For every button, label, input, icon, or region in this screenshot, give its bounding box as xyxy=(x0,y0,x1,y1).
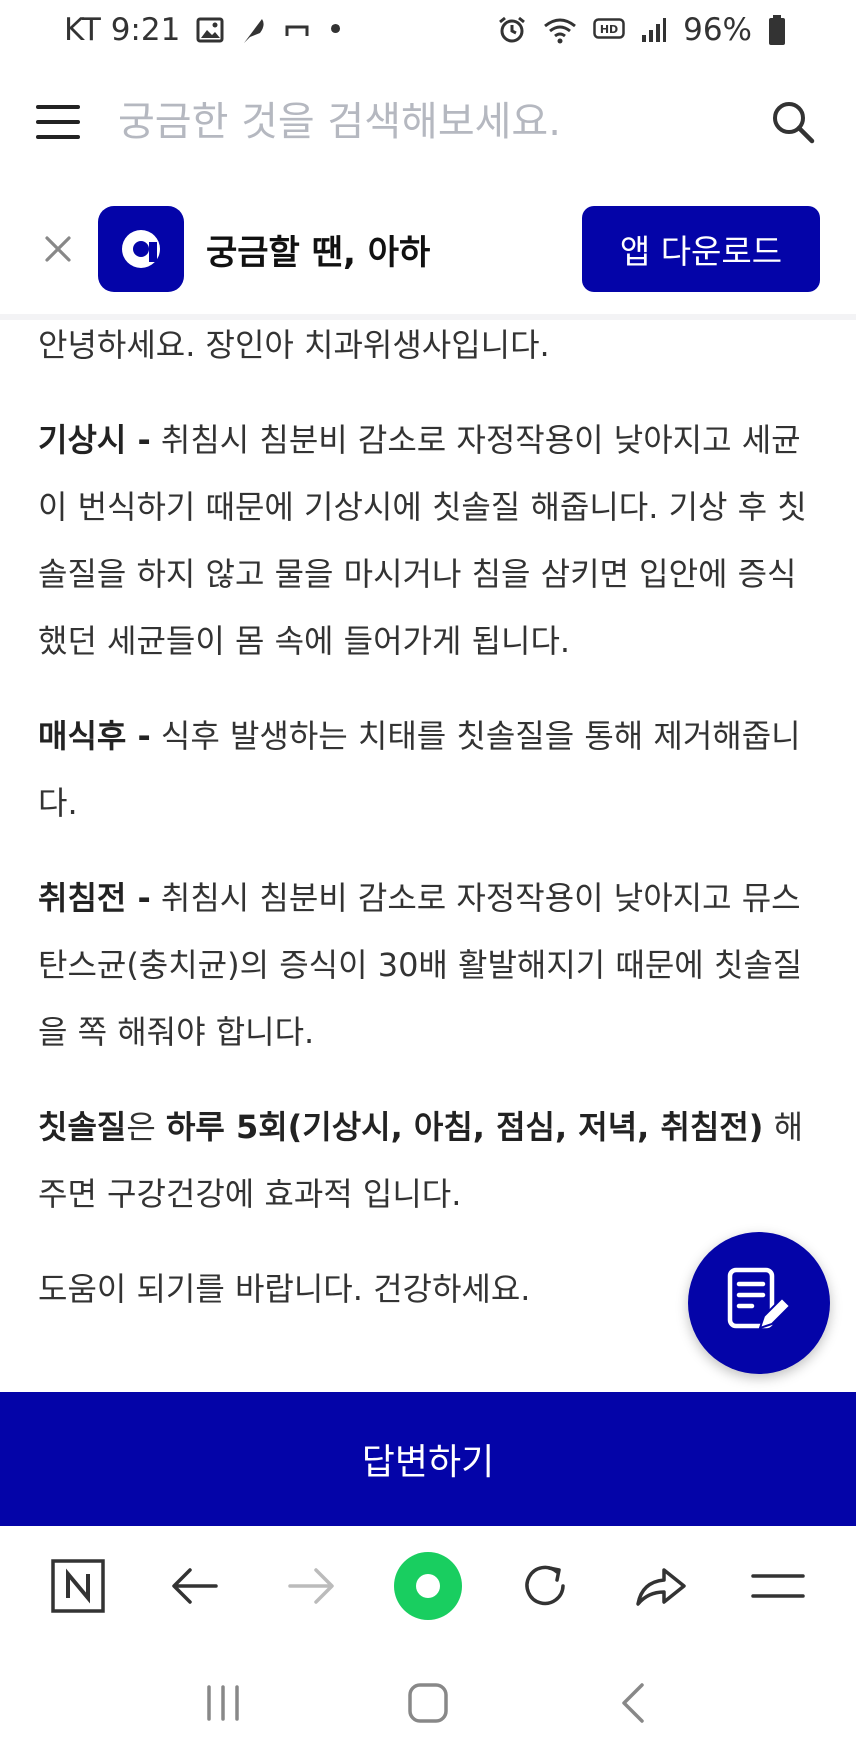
close-icon[interactable] xyxy=(38,229,78,269)
notification-dot: • xyxy=(326,12,345,48)
wifi-icon xyxy=(543,16,577,44)
back-arrow-icon[interactable] xyxy=(155,1546,235,1626)
app-download-button[interactable]: 앱 다운로드 xyxy=(582,206,820,292)
bed-paragraph: 취침전 - 취침시 침분비 감소로 자정작용이 낮아지고 뮤스탄스균(충치균)의… xyxy=(38,865,818,1066)
gallery-icon xyxy=(196,17,224,43)
write-fab-button[interactable] xyxy=(688,1232,830,1374)
meal-text: 식후 발생하는 치태를 칫솔질을 통해 제거해줍니다. xyxy=(38,717,801,822)
summary-text-1: 은 xyxy=(126,1108,166,1146)
search-input[interactable] xyxy=(118,99,766,145)
browser-toolbar xyxy=(0,1526,856,1646)
bed-text: 취침시 침분비 감소로 자정작용이 낮아지고 뮤스탄스균(충치균)의 증식이 3… xyxy=(38,879,803,1051)
carrier-time: KT 9:21 xyxy=(64,12,181,48)
green-dot-icon[interactable] xyxy=(388,1546,468,1626)
wake-paragraph: 기상시 - 취침시 침분비 감소로 자정작용이 낮아지고 세균이 번식하기 때문… xyxy=(38,407,818,675)
search-header xyxy=(0,60,856,184)
svg-text:HD: HD xyxy=(600,23,618,36)
home-icon[interactable] xyxy=(388,1663,468,1743)
app-banner: 궁금할 땐, 아하 앱 다운로드 xyxy=(0,184,856,320)
meal-label: 매식후 - xyxy=(38,717,151,755)
refresh-icon[interactable] xyxy=(505,1546,585,1626)
battery-icon xyxy=(768,15,786,45)
wake-label: 기상시 - xyxy=(38,421,151,459)
answer-button[interactable]: 답변하기 xyxy=(0,1392,856,1526)
status-bar: KT 9:21 • HD 96% xyxy=(0,0,856,60)
forward-arrow-icon[interactable] xyxy=(271,1546,351,1626)
status-left: KT 9:21 • xyxy=(64,12,345,48)
summary-bold-2: 하루 5회(기상시, 아침, 점심, 저녁, 취침전) xyxy=(165,1108,764,1146)
greeting: 안녕하세요. 장인아 치과위생사입니다. xyxy=(38,326,550,364)
menu-icon[interactable] xyxy=(36,105,80,139)
menu-icon[interactable] xyxy=(738,1546,818,1626)
alarm-icon xyxy=(497,15,527,45)
banner-title: 궁금할 땐, 아하 xyxy=(206,232,431,273)
back-icon[interactable] xyxy=(593,1663,673,1743)
summary-bold-1: 칫솔질 xyxy=(38,1108,127,1146)
summary-paragraph: 칫솔질은 하루 5회(기상시, 아침, 점심, 저녁, 취침전) 해주면 구강건… xyxy=(38,1094,818,1228)
aha-logo xyxy=(98,206,184,292)
battery-percent: 96% xyxy=(683,12,752,48)
system-nav xyxy=(0,1646,856,1760)
meal-paragraph: 매식후 - 식후 발생하는 치태를 칫솔질을 통해 제거해줍니다. xyxy=(38,703,818,837)
hanger-icon xyxy=(284,22,310,38)
search-icon[interactable] xyxy=(766,95,820,149)
note-edit-icon xyxy=(727,1267,792,1330)
recents-icon[interactable] xyxy=(183,1663,263,1743)
answer-content: 안녕하세요. 장인아 치과위생사입니다. 기상시 - 취침시 침분비 감소로 자… xyxy=(38,312,818,1351)
naver-n-icon[interactable] xyxy=(38,1546,118,1626)
wake-text: 취침시 침분비 감소로 자정작용이 낮아지고 세균이 번식하기 때문에 기상시에… xyxy=(38,421,807,660)
feather-icon xyxy=(240,15,268,45)
signal-icon xyxy=(641,17,667,43)
hd-voice-icon: HD xyxy=(593,18,625,42)
bed-label: 취침전 - xyxy=(38,879,151,917)
share-icon[interactable] xyxy=(621,1546,701,1626)
status-right: HD 96% xyxy=(497,12,786,48)
